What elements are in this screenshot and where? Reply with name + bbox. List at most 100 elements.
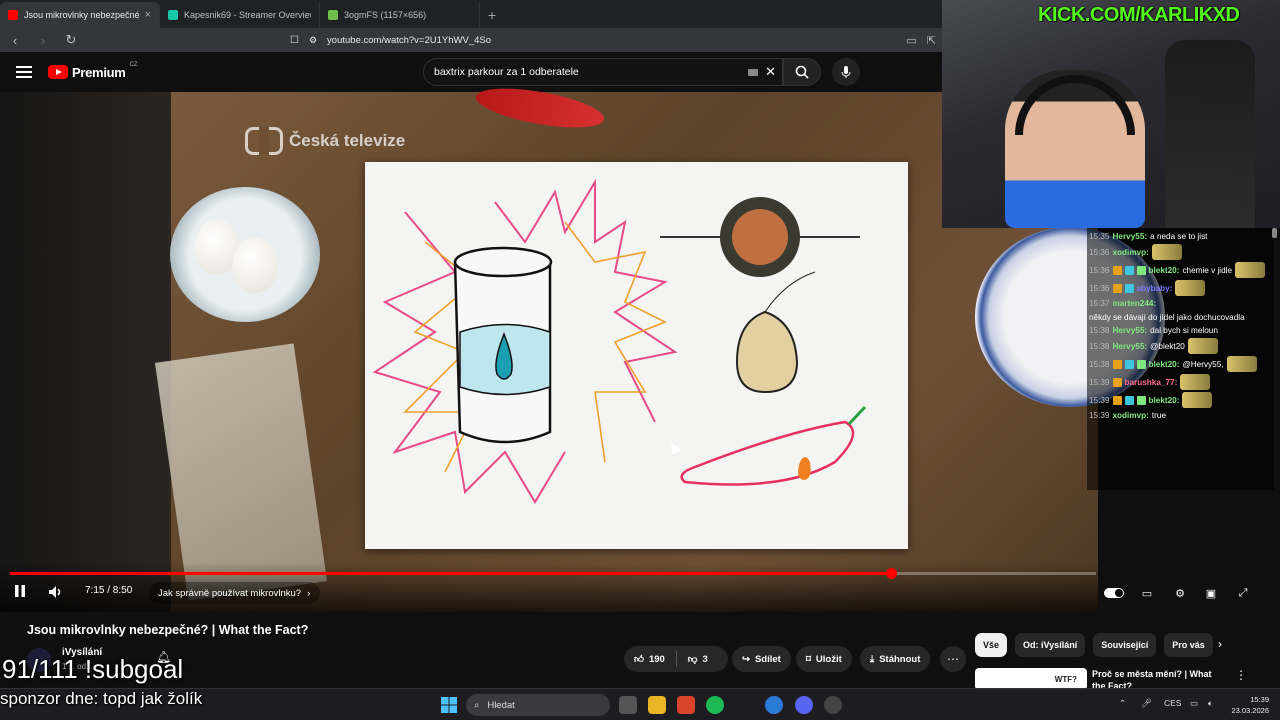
obs-icon[interactable]: [824, 696, 842, 714]
bookmark-icon[interactable]: ☐: [290, 35, 299, 46]
progress-scrubber[interactable]: [885, 568, 897, 579]
chat-badge-icon: [1112, 395, 1122, 405]
reload-icon[interactable]: ↻: [62, 32, 80, 48]
share-icon[interactable]: ⇱: [927, 34, 936, 47]
chat-badge-icon: [1124, 283, 1134, 293]
task-view-icon[interactable]: [619, 696, 637, 714]
keyboard-icon[interactable]: [748, 68, 758, 76]
more-actions-icon[interactable]: ⋯: [940, 646, 966, 672]
recommendation-title[interactable]: Proč se města mění? | What the Fact?: [1092, 668, 1227, 690]
autoplay-toggle[interactable]: [1104, 583, 1124, 603]
chat-text: true: [1151, 411, 1167, 420]
egg-image: [232, 237, 278, 293]
search-button[interactable]: [783, 58, 821, 86]
dislike-icon[interactable]: 👎︎: [688, 653, 698, 665]
like-dislike-group: 👍︎ 190 👎︎ 3: [624, 646, 728, 672]
chapter-button[interactable]: Jak správně používat mikrovlnku? ›: [148, 582, 321, 604]
download-icon: ⤓: [870, 653, 875, 665]
like-count[interactable]: 190: [649, 654, 665, 665]
subtitles-icon[interactable]: ▭: [1137, 583, 1157, 603]
chat-time: 15:38: [1089, 359, 1110, 369]
new-tab-button[interactable]: +: [480, 2, 504, 28]
chat-username[interactable]: marten244:: [1113, 298, 1157, 309]
taskbar-search[interactable]: ⌕ Hledat: [466, 694, 610, 716]
menu-icon[interactable]: [16, 66, 32, 78]
chat-username[interactable]: abybaby:: [1137, 283, 1173, 294]
chapter-title: Jak správně používat mikrovlnku?: [158, 587, 302, 599]
youtube-logo[interactable]: Premium CZ: [48, 62, 138, 80]
network-icon[interactable]: ▭: [1190, 698, 1198, 709]
back-icon[interactable]: ‹: [6, 33, 24, 48]
fullscreen-icon[interactable]: ⤢: [1233, 583, 1253, 603]
app-icon[interactable]: [765, 696, 783, 714]
clear-icon[interactable]: ✕: [765, 64, 776, 80]
download-button[interactable]: ⤓ Stáhnout: [860, 646, 931, 672]
tray-chevron-icon[interactable]: ⌃: [1119, 698, 1126, 709]
save-button[interactable]: ⌑ Uložit: [796, 646, 852, 672]
filter-chip[interactable]: Vše: [975, 633, 1008, 657]
microphone-tray-icon[interactable]: 🎤︎: [1141, 698, 1152, 709]
taskbar-clock[interactable]: 15:39 23.03.2026: [1227, 694, 1269, 716]
egg-bowl-image: [170, 187, 320, 322]
dislike-count[interactable]: 3: [702, 654, 707, 665]
chat-username[interactable]: Hervy55:: [1113, 341, 1148, 352]
chat-badge-icon: [1124, 359, 1134, 369]
voice-search-button[interactable]: [832, 58, 860, 86]
chat-message: 15:38 Hervy55: @blekt20: [1089, 338, 1272, 354]
chat-message: 15:39 blekt20:: [1089, 392, 1272, 408]
browser-tab[interactable]: Kapesnik69 - Streamer Overview & S: [160, 2, 320, 28]
chat-scrollbar[interactable]: [1272, 228, 1277, 238]
kick-url: KICK.COM/KARLIKXD: [1038, 4, 1240, 26]
browser-tab[interactable]: 3ogmFS (1157×656): [320, 2, 480, 28]
url-text[interactable]: youtube.com/watch?v=2U1YhWV_4So: [327, 35, 491, 46]
chat-username[interactable]: blekt20:: [1149, 359, 1180, 370]
cast-icon[interactable]: ▭: [906, 34, 916, 47]
chat-username[interactable]: blekt20:: [1149, 395, 1180, 406]
recommendation-thumbnail[interactable]: WTF?: [975, 668, 1087, 690]
speaker-icon[interactable]: 🔈︎: [1208, 698, 1213, 709]
chat-time: 15:36: [1089, 283, 1110, 293]
filter-chip[interactable]: Související: [1093, 633, 1157, 657]
subgoal-overlay: 91/111 !subgoal: [2, 654, 184, 684]
chat-message: 15:39 xodimvp: true: [1089, 410, 1272, 421]
chat-text: dal bych si meloun: [1150, 326, 1218, 335]
chat-emote-icon: [1182, 392, 1213, 408]
search-input[interactable]: baxtrix parkour za 1 odberatele ✕: [423, 58, 783, 86]
close-tab-icon[interactable]: ×: [145, 9, 151, 21]
pause-button[interactable]: [14, 585, 26, 597]
tab-label: Kapesnik69 - Streamer Overview & S: [184, 10, 311, 20]
chat-username[interactable]: xodimvp:: [1113, 410, 1149, 421]
chat-username[interactable]: blekt20:: [1149, 265, 1180, 276]
filter-chip[interactable]: Pro vás: [1164, 633, 1213, 657]
filter-chip[interactable]: Od: iVysílání: [1015, 633, 1086, 657]
progress-bar[interactable]: [10, 568, 1096, 579]
miniplayer-icon[interactable]: ▣: [1201, 583, 1221, 603]
search-value: baxtrix parkour za 1 odberatele: [434, 66, 579, 78]
settings-icon[interactable]: ⚙: [1170, 583, 1190, 603]
tab-label: Jsou mikrovlnky nebezpečné: [24, 10, 139, 20]
brave-browser-icon[interactable]: [677, 696, 695, 714]
share-button[interactable]: ↪ Sdílet: [732, 646, 791, 672]
file-explorer-icon[interactable]: [648, 696, 666, 714]
like-icon[interactable]: 👍︎: [634, 653, 644, 665]
chat-username[interactable]: xodimvp:: [1113, 247, 1149, 258]
forward-icon[interactable]: ›: [34, 33, 52, 48]
video-player[interactable]: Česká televize 7:15 / 8:50 Jak správně p…: [0, 80, 1247, 612]
ct-logo-icon: [245, 127, 283, 155]
discord-icon[interactable]: [795, 696, 813, 714]
volume-button[interactable]: [48, 585, 64, 599]
browser-tab[interactable]: Jsou mikrovlnky nebezpečné ×: [0, 2, 160, 28]
chat-username[interactable]: Hervy55:: [1113, 325, 1148, 336]
spotify-icon[interactable]: [706, 696, 724, 714]
chat-username[interactable]: Hervy55:: [1113, 231, 1148, 242]
chat-username[interactable]: barushka_77:: [1125, 377, 1178, 388]
chat-text: chemie v jidle: [1182, 265, 1233, 275]
site-info-icon[interactable]: ⚙: [309, 35, 317, 46]
chevron-right-icon[interactable]: ›: [1218, 637, 1222, 651]
windows-start-icon[interactable]: [440, 696, 458, 714]
thumbnail-text: WTF?: [1054, 674, 1077, 684]
taskbar-search-label: Hledat: [487, 699, 515, 711]
time-display: 7:15 / 8:50: [85, 585, 133, 596]
kebab-menu-icon[interactable]: ⋮: [1235, 668, 1247, 682]
language-indicator[interactable]: CES: [1164, 698, 1181, 708]
